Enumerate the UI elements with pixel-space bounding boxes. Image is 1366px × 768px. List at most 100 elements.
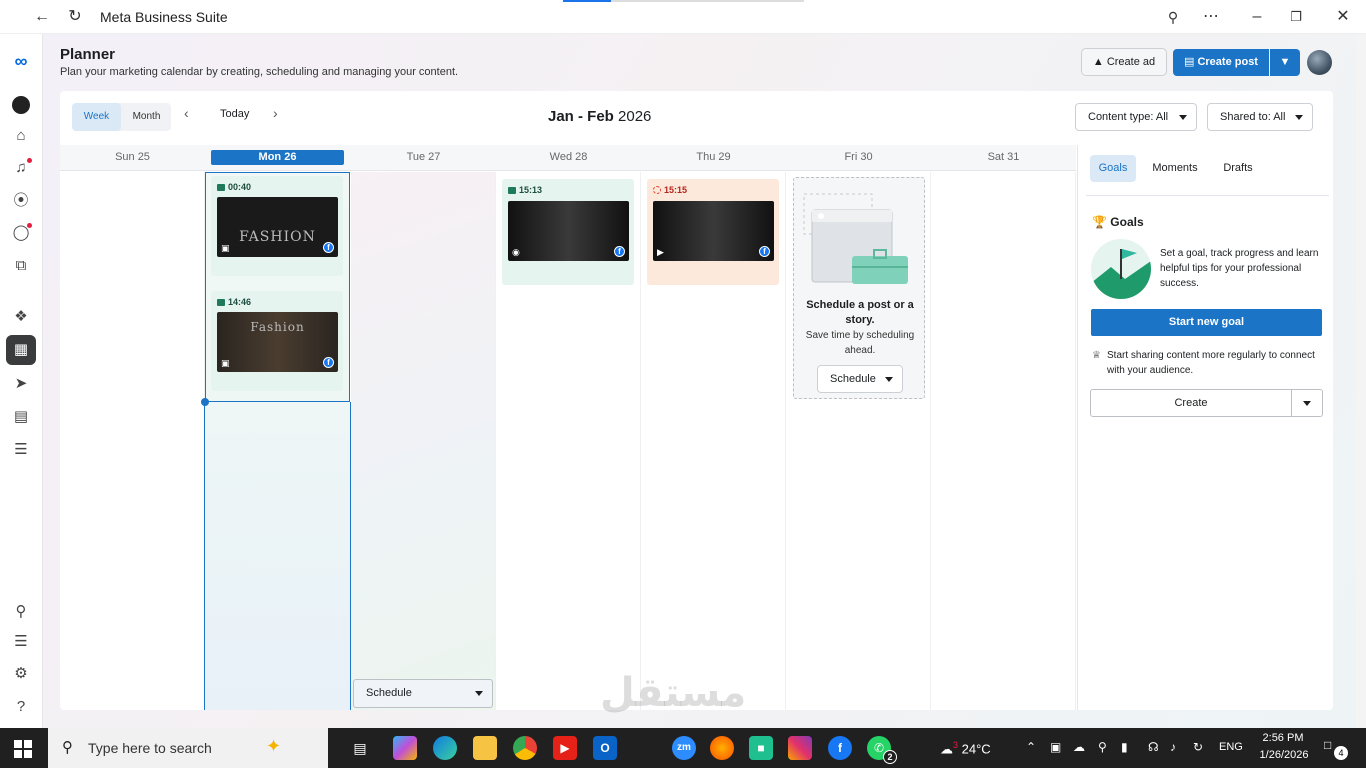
back-arrow-icon[interactable]: ← <box>32 7 52 27</box>
instagram-icon[interactable] <box>788 736 812 760</box>
volume-icon[interactable]: ♪ <box>1170 740 1176 754</box>
create-dropdown[interactable] <box>1292 389 1323 417</box>
zoom-icon[interactable]: zm <box>672 736 696 760</box>
create-button[interactable]: Create <box>1090 389 1292 417</box>
account-avatar-icon[interactable] <box>10 94 32 116</box>
chevron-down-icon: ▼ <box>1279 56 1291 68</box>
image-icon: ▣ <box>221 358 230 368</box>
start-new-goal-button[interactable]: Start new goal <box>1091 309 1322 336</box>
post-thumbnail[interactable]: FASHION ▣ f <box>217 197 338 257</box>
content-type-dropdown[interactable]: Content type: All <box>1075 103 1197 131</box>
onedrive-icon[interactable]: ☁ <box>1073 740 1085 754</box>
post-thumbnail[interactable]: ▶ f <box>653 201 774 261</box>
create-ad-button[interactable]: ▲ Create ad <box>1081 48 1167 76</box>
profile-avatar[interactable] <box>1307 50 1332 75</box>
day-column-sun[interactable] <box>60 172 205 710</box>
day-column-sat[interactable] <box>931 172 1076 710</box>
schedule-suggestion-title: Schedule a post or a story. <box>806 299 914 326</box>
scheduled-post[interactable]: 15:13 ◉ f <box>502 179 634 285</box>
caret-down-icon <box>1179 115 1187 120</box>
outlook-icon[interactable]: O <box>593 736 617 760</box>
edge-icon[interactable] <box>433 736 457 760</box>
chevron-left-icon[interactable]: ‹ <box>184 105 189 121</box>
scheduled-post[interactable]: 14:46 Fashion ▣ f <box>211 291 343 391</box>
store-app-icon[interactable]: ■ <box>749 736 773 760</box>
tab-goals[interactable]: Goals <box>1090 155 1136 182</box>
create-post-button[interactable]: ▤ Create post <box>1173 49 1269 76</box>
notifications-icon[interactable]: ♫ <box>10 157 32 179</box>
battery-icon[interactable]: ▮ <box>1121 740 1128 754</box>
firefox-icon[interactable] <box>710 736 734 760</box>
chevron-up-icon[interactable]: ⌃ <box>1026 740 1036 754</box>
insights-icon[interactable]: ▤ <box>10 406 32 428</box>
help-icon[interactable]: ? <box>10 696 32 718</box>
windows-start-icon[interactable] <box>14 740 32 758</box>
month-view-button[interactable]: Month <box>122 103 171 131</box>
clock-date[interactable]: 1/26/2026 <box>1253 749 1315 761</box>
day-header: Sun 25 <box>115 151 150 163</box>
minimize-icon[interactable]: – <box>1247 7 1267 27</box>
shared-to-dropdown[interactable]: Shared to: All <box>1207 103 1313 131</box>
video-play-icon: ▶ <box>657 247 664 257</box>
facebook-taskbar-icon[interactable]: f <box>828 736 852 760</box>
menu-icon[interactable]: ☰ <box>10 439 32 461</box>
zoom-search-icon[interactable]: ⚲ <box>1163 7 1183 27</box>
file-explorer-icon[interactable] <box>473 736 497 760</box>
tab-strip-indicator <box>611 0 804 2</box>
right-panel: Goals Moments Drafts 🏆 Goals Set a goal,… <box>1077 145 1333 710</box>
camera-icon[interactable]: ▣ <box>1050 740 1061 754</box>
schedule-illustration <box>803 193 908 284</box>
compass-icon[interactable]: ⦿ <box>10 190 32 212</box>
day-column-tue[interactable] <box>351 172 496 710</box>
megaphone-icon[interactable]: ➤ <box>10 373 32 395</box>
page-scrollbar[interactable] <box>1356 34 1366 728</box>
week-view-button[interactable]: Week <box>72 103 121 131</box>
copilot-icon[interactable] <box>393 736 417 760</box>
schedule-dropdown-button[interactable]: Schedule <box>817 365 903 393</box>
day-column-mon-lower[interactable] <box>204 402 351 710</box>
weather-widget[interactable]: ☁3 24°C <box>940 740 991 757</box>
more-menu-icon[interactable]: ⋯ <box>1201 7 1221 27</box>
planner-icon[interactable]: ▦ <box>6 335 36 365</box>
youtube-icon[interactable]: ▶ <box>553 736 577 760</box>
search-icon[interactable]: ⚲ <box>10 601 32 623</box>
scheduled-post[interactable]: 00:40 FASHION ▣ f <box>211 176 343 276</box>
post-time-label: 15:13 <box>519 185 543 195</box>
scheduled-post[interactable]: 15:15 ▶ f <box>647 179 779 285</box>
content-icon[interactable]: ⧉ <box>10 255 32 277</box>
settings-gear-icon[interactable]: ⚙ <box>10 663 32 685</box>
taskbar-search[interactable]: ⚲ Type here to search ✦ <box>48 728 328 768</box>
close-icon[interactable]: ✕ <box>1333 7 1353 27</box>
meta-logo-icon[interactable]: ∞ <box>10 50 32 72</box>
whatsapp-icon[interactable]: ✆ 2 <box>867 736 897 764</box>
wifi-icon[interactable]: ☊ <box>1148 740 1159 754</box>
whatsapp-badge: 2 <box>883 750 897 764</box>
post-time: 15:13 <box>508 185 542 195</box>
refresh-icon[interactable]: ↻ <box>65 7 85 27</box>
today-button[interactable]: Today <box>220 108 249 120</box>
create-post-dropdown[interactable]: ▼ <box>1270 49 1300 76</box>
sync-icon[interactable]: ↻ <box>1193 740 1203 754</box>
chrome-icon[interactable] <box>513 736 537 760</box>
maximize-icon[interactable]: ❐ <box>1286 7 1306 27</box>
task-view-icon[interactable]: ▤ <box>348 736 372 760</box>
tab-drafts[interactable]: Drafts <box>1218 155 1258 182</box>
schedule-dropdown-button[interactable]: Schedule <box>353 679 493 708</box>
clock-time[interactable]: 2:56 PM <box>1258 732 1308 744</box>
tab-moments[interactable]: Moments <box>1148 155 1202 182</box>
list-icon[interactable]: ☰ <box>10 631 32 653</box>
day-header-today: Mon 26 <box>211 150 344 165</box>
app-content: ∞ ⌂ ♫ ⦿ ◯ ⧉ ❖ ▦ ➤ ▤ ☰ ⚲ ☰ ⚙ ? Planner Pl… <box>0 34 1366 728</box>
facebook-icon: f <box>323 242 334 253</box>
inbox-icon[interactable]: ◯ <box>10 222 32 244</box>
microphone-icon[interactable]: ⚲ <box>1098 740 1107 754</box>
post-thumbnail[interactable]: Fashion ▣ f <box>217 312 338 372</box>
post-thumbnail[interactable]: ◉ f <box>508 201 629 261</box>
chevron-right-icon[interactable]: › <box>273 105 278 121</box>
ads-icon[interactable]: ❖ <box>10 306 32 328</box>
notification-center-icon[interactable]: □ 4 <box>1324 738 1348 760</box>
share-tip-text: Start sharing content more regularly to … <box>1107 350 1315 376</box>
language-indicator[interactable]: ENG <box>1219 741 1243 753</box>
home-icon[interactable]: ⌂ <box>10 125 32 147</box>
post-type-icon <box>508 187 516 194</box>
